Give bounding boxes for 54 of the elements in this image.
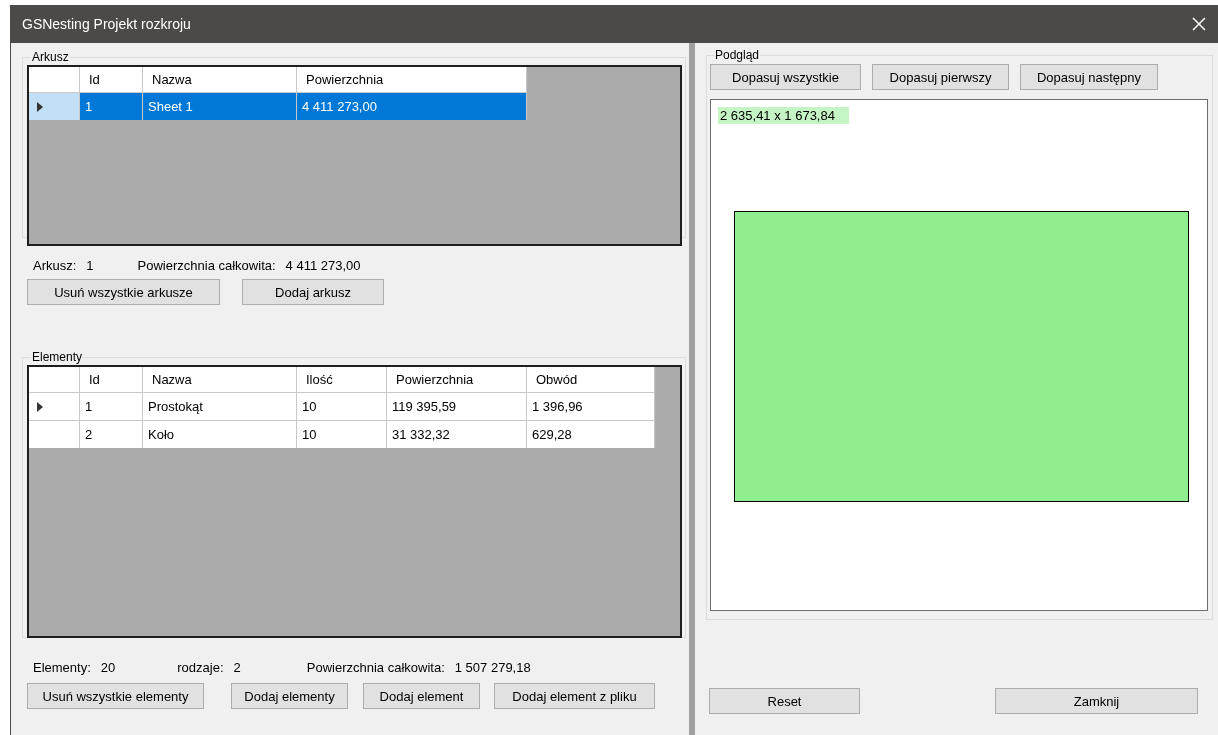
fit-button[interactable]: Dopasuj wszystkie bbox=[710, 64, 861, 90]
action-button[interactable]: Usuń wszystkie arkusze bbox=[27, 279, 220, 305]
close-icon[interactable] bbox=[1192, 17, 1206, 31]
table-cell: 629,28 bbox=[527, 420, 655, 448]
window-title: GSNesting Projekt rozkroju bbox=[22, 16, 191, 32]
row-header[interactable] bbox=[29, 92, 80, 120]
row-header[interactable] bbox=[29, 392, 80, 420]
current-row-icon bbox=[37, 401, 43, 412]
table-cell: 2 bbox=[80, 420, 143, 448]
dialog-button[interactable]: Reset bbox=[709, 688, 860, 714]
table-cell: 31 332,32 bbox=[387, 420, 527, 448]
action-button[interactable]: Dodaj element bbox=[363, 683, 480, 709]
action-button[interactable]: Dodaj element z pliku bbox=[494, 683, 655, 709]
table-cell: 10 bbox=[297, 392, 387, 420]
dimensions-label: 2 635,41 x 1 673,84 bbox=[718, 107, 849, 124]
column-header[interactable]: Nazwa bbox=[143, 67, 297, 92]
column-header[interactable]: Id bbox=[80, 367, 143, 392]
action-button[interactable]: Usuń wszystkie elementy bbox=[27, 683, 204, 709]
summary-value: 4 411 273,00 bbox=[285, 258, 361, 273]
summary-label: Elementy: bbox=[33, 660, 91, 675]
row-header bbox=[29, 367, 80, 392]
row-header bbox=[29, 67, 80, 92]
column-header[interactable]: Obwód bbox=[527, 367, 655, 392]
table-cell: 4 411 273,00 bbox=[297, 92, 527, 120]
summary-label: Arkusz: bbox=[33, 258, 77, 273]
group-title: Podgląd bbox=[714, 48, 761, 62]
summary-value: 20 bbox=[100, 660, 116, 675]
group-title: Elementy bbox=[31, 350, 84, 364]
column-header[interactable]: Id bbox=[80, 67, 143, 92]
summary-value: 1 507 279,18 bbox=[454, 660, 531, 675]
action-button[interactable]: Dodaj arkusz bbox=[242, 279, 384, 305]
table-cell: Sheet 1 bbox=[143, 92, 297, 120]
table-cell: 1 bbox=[80, 392, 143, 420]
group-title: Arkusz bbox=[31, 50, 70, 64]
summary-label: Powierzchnia całkowita: bbox=[137, 258, 276, 273]
summary-value: 2 bbox=[233, 660, 241, 675]
summary-value: 1 bbox=[86, 258, 94, 273]
column-header[interactable]: Nazwa bbox=[143, 367, 297, 392]
table-cell: 1 396,96 bbox=[527, 392, 655, 420]
action-button[interactable]: Dodaj elementy bbox=[231, 683, 348, 709]
current-row-icon bbox=[37, 101, 43, 112]
table-cell: 10 bbox=[297, 420, 387, 448]
summary-label: rodzaje: bbox=[177, 660, 224, 675]
table-cell: 1 bbox=[80, 92, 143, 120]
table-cell: 119 395,59 bbox=[387, 392, 527, 420]
column-header[interactable]: Powierzchnia bbox=[297, 67, 527, 92]
column-header[interactable]: Ilość bbox=[297, 367, 387, 392]
summary-label: Powierzchnia całkowita: bbox=[306, 660, 445, 675]
dialog-button[interactable]: Zamknij bbox=[995, 688, 1198, 714]
fit-button[interactable]: Dopasuj pierwszy bbox=[872, 64, 1009, 90]
table-cell: Koło bbox=[143, 420, 297, 448]
fit-button[interactable]: Dopasuj następny bbox=[1020, 64, 1158, 90]
column-header[interactable]: Powierzchnia bbox=[387, 367, 527, 392]
table-cell: Prostokąt bbox=[143, 392, 297, 420]
